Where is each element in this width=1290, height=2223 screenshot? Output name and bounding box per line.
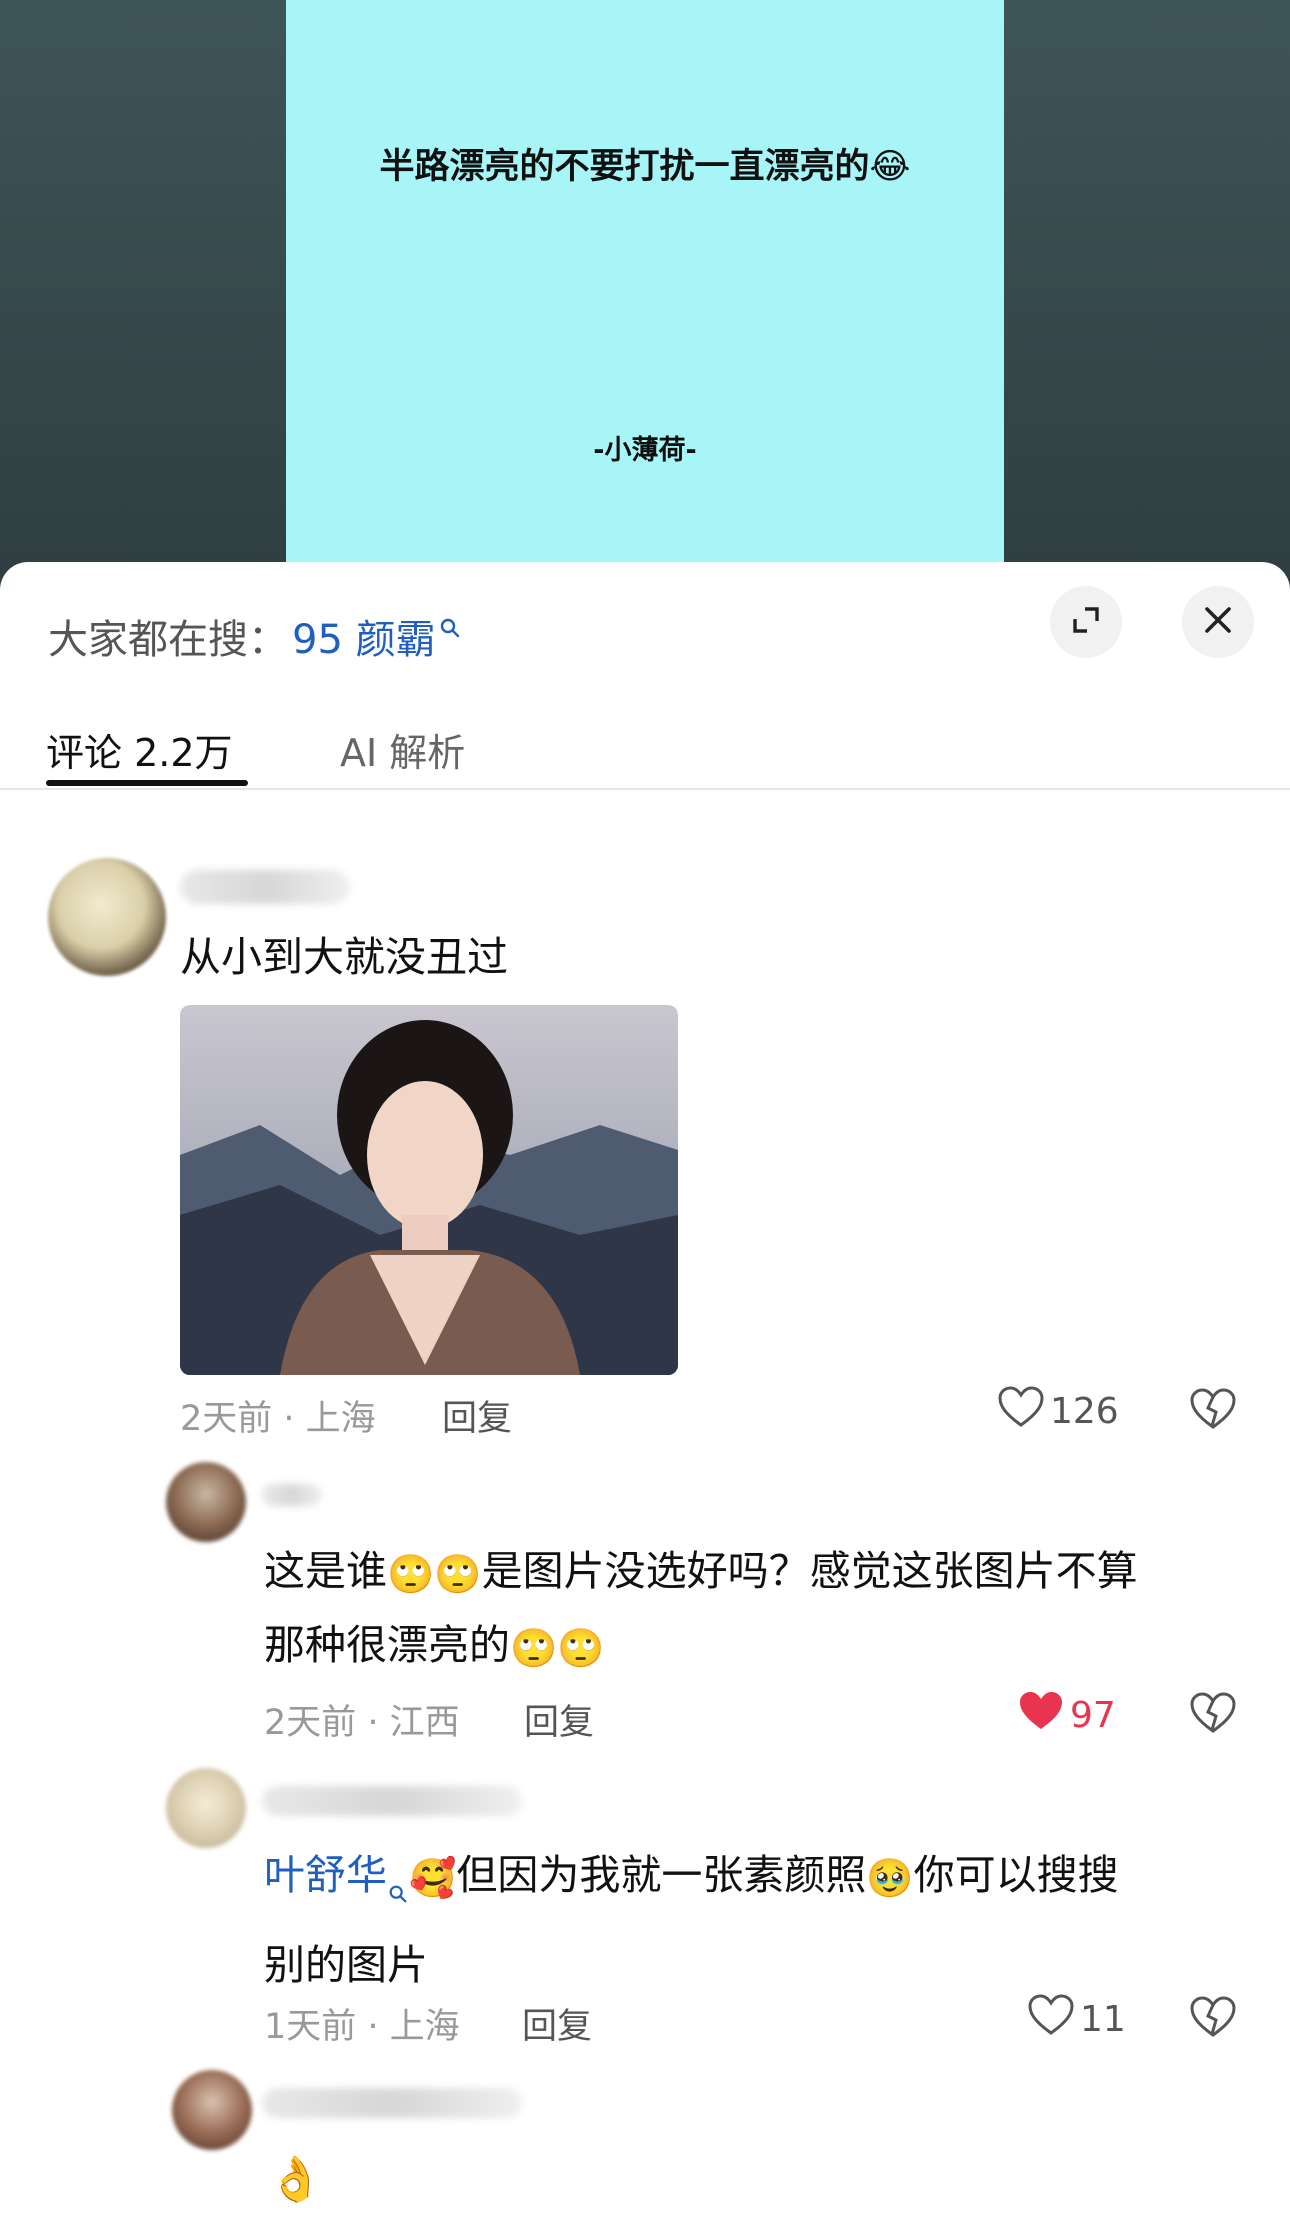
- username[interactable]: [262, 1786, 522, 1816]
- broken-heart-icon: [1190, 1388, 1236, 1434]
- avatar[interactable]: [166, 1462, 246, 1542]
- reply-button[interactable]: 回复: [524, 1694, 594, 1745]
- tab-ai-analysis[interactable]: AI 解析: [340, 722, 465, 777]
- ok-hand-emoji: 👌: [268, 2154, 323, 2205]
- eye-roll-emoji: 🙄🙄: [510, 1626, 605, 1670]
- dislike-button[interactable]: [1190, 1388, 1236, 1434]
- tab-comments[interactable]: 评论 2.2万: [46, 722, 233, 777]
- love-emoji: 🥰: [409, 1856, 457, 1900]
- avatar[interactable]: [166, 1768, 246, 1848]
- username[interactable]: [262, 2088, 522, 2118]
- comment-text: 👌: [268, 2140, 323, 2214]
- video-card[interactable]: 半路漂亮的不要打扰一直漂亮的😂 -小薄荷-: [286, 0, 1004, 580]
- dislike-button[interactable]: [1190, 1692, 1236, 1738]
- like-count: 11: [1080, 1999, 1126, 2040]
- like-count: 97: [1070, 1695, 1116, 1736]
- mention-link[interactable]: 叶舒华: [264, 1851, 387, 1899]
- broken-heart-icon: [1190, 1996, 1236, 2042]
- comment-text-part: 别的图片: [264, 1941, 428, 1989]
- broken-heart-icon: [1190, 1692, 1236, 1738]
- search-icon: [387, 1854, 409, 1928]
- active-tab-indicator: [46, 780, 248, 786]
- comment-text: 叶舒华 🥰但因为我就一张素颜照🥹你可以搜搜 别的图片: [264, 1838, 1244, 2002]
- like-button[interactable]: 126: [998, 1386, 1119, 1437]
- close-button[interactable]: [1182, 586, 1254, 658]
- heart-outline-icon: [998, 1386, 1050, 1437]
- dislike-button[interactable]: [1190, 1996, 1236, 2042]
- comment-text-part: 你可以搜搜: [913, 1851, 1119, 1899]
- eye-roll-emoji: 🙄🙄: [387, 1552, 482, 1596]
- video-signature: -小薄荷-: [593, 435, 697, 466]
- reply-button[interactable]: 回复: [442, 1390, 512, 1441]
- avatar[interactable]: [48, 858, 166, 976]
- comment-meta: 2天前 · 上海: [180, 1399, 376, 1439]
- comment-text-part: 那种很漂亮的: [264, 1621, 510, 1669]
- comment-image[interactable]: [180, 1005, 678, 1375]
- comment-text-part: 这是谁: [264, 1547, 387, 1595]
- avatar[interactable]: [172, 2070, 252, 2150]
- expand-icon: [1069, 603, 1103, 641]
- comment-meta: 2天前 · 江西: [264, 1703, 460, 1743]
- heart-outline-icon: [1028, 1994, 1080, 2045]
- tab-bar: 评论 2.2万 AI 解析: [0, 722, 1290, 790]
- reply-button[interactable]: 回复: [522, 1998, 592, 2049]
- search-icon: [438, 616, 462, 640]
- expand-button[interactable]: [1050, 586, 1122, 658]
- like-count: 126: [1050, 1391, 1119, 1432]
- teary-emoji: 🥹: [866, 1856, 914, 1900]
- heart-filled-icon: [1018, 1690, 1070, 1741]
- username[interactable]: [262, 1484, 322, 1506]
- like-button[interactable]: 11: [1028, 1994, 1126, 2045]
- like-button[interactable]: 97: [1018, 1690, 1116, 1741]
- video-title: 半路漂亮的不要打扰一直漂亮的😂: [379, 147, 911, 187]
- username[interactable]: [180, 870, 350, 904]
- comment-text: 从小到大就没丑过: [180, 933, 508, 981]
- close-icon: [1201, 603, 1235, 641]
- comment-meta: 1天前 · 上海: [264, 2007, 460, 2047]
- comment-text: 这是谁🙄🙄是图片没选好吗？感觉这张图片不算 那种很漂亮的🙄🙄: [264, 1534, 1244, 1682]
- search-term-link[interactable]: 95 颜霸: [292, 607, 436, 665]
- search-suggestion[interactable]: 大家都在搜： 95 颜霸: [48, 606, 462, 666]
- comment-text-part: 但因为我就一张素颜照: [456, 1851, 867, 1899]
- search-prefix: 大家都在搜：: [48, 617, 288, 663]
- comment-text-part: 是图片没选好吗？感觉这张图片不算: [481, 1547, 1138, 1595]
